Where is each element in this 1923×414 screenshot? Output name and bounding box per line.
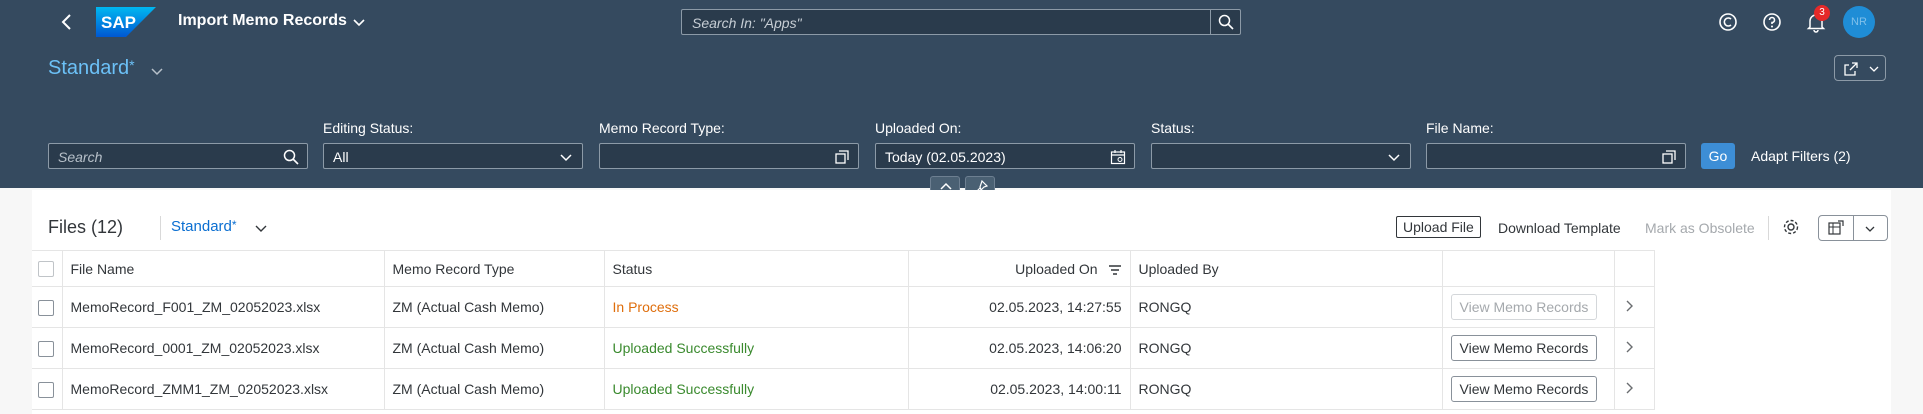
table-toolbar: Files (12) Standard* Upload File Downloa…: [32, 190, 1891, 250]
row-navigation-chevron-right-icon[interactable]: [1614, 286, 1655, 328]
shell-search-button[interactable]: [1210, 10, 1240, 34]
files-table-panel: Files (12) Standard* Upload File Downloa…: [32, 190, 1891, 414]
table-header-row: File Name Memo Record Type Status Upload…: [32, 250, 1655, 287]
copilot-icon[interactable]: [1716, 10, 1740, 34]
row-checkbox[interactable]: [38, 340, 54, 357]
app-title-chevron-icon[interactable]: [350, 13, 368, 31]
toolbar-separator: [160, 216, 161, 240]
status-cell: Uploaded Successfully: [604, 368, 909, 410]
file-name-filter-label: File Name:: [1426, 120, 1494, 136]
search-icon: [283, 149, 299, 165]
table-row[interactable]: MemoRecord_0001_ZM_02052023.xlsx ZM (Act…: [32, 327, 1655, 369]
export-spreadsheet-icon: [1828, 220, 1844, 235]
settings-gear-icon[interactable]: [1782, 218, 1800, 241]
status-cell: Uploaded Successfully: [604, 327, 909, 369]
table-row[interactable]: MemoRecord_F001_ZM_02052023.xlsx ZM (Act…: [32, 286, 1655, 328]
column-header-actions: [1442, 250, 1615, 287]
adapt-filters-button[interactable]: Adapt Filters (2): [1751, 148, 1851, 164]
user-avatar[interactable]: NR: [1843, 6, 1875, 38]
files-table-title: Files (12): [48, 217, 124, 237]
uploaded-by-cell: RONGQ: [1130, 327, 1443, 369]
column-header-memo-record-type[interactable]: Memo Record Type: [384, 250, 605, 287]
row-checkbox[interactable]: [38, 299, 54, 316]
share-icon: [1844, 62, 1858, 76]
toolbar-separator: [1768, 216, 1769, 240]
notification-count-badge: 3: [1814, 5, 1830, 21]
memo-record-type-cell: ZM (Actual Cash Memo): [384, 286, 605, 328]
row-navigation-chevron-right-icon[interactable]: [1614, 327, 1655, 369]
column-header-status[interactable]: Status: [604, 250, 909, 287]
variant-modified-marker: *: [129, 57, 135, 73]
variant-chevron-down-icon[interactable]: [149, 63, 165, 84]
shell-search-field[interactable]: Search In: "Apps": [681, 9, 1241, 35]
filter-search-field[interactable]: Search: [48, 143, 308, 169]
view-memo-records-button[interactable]: View Memo Records: [1450, 335, 1598, 361]
chevron-down-icon: [1869, 66, 1879, 72]
chevron-down-icon: [560, 154, 572, 162]
view-memo-records-button[interactable]: View Memo Records: [1450, 294, 1598, 320]
file-name-cell: MemoRecord_0001_ZM_02052023.xlsx: [62, 327, 385, 369]
row-navigation-chevron-right-icon[interactable]: [1614, 368, 1655, 410]
filter-search-placeholder: Search: [58, 149, 103, 165]
sort-descending-icon: [1108, 265, 1121, 275]
memo-record-type-input[interactable]: [599, 143, 859, 169]
filter-bar: Standard* Search Editing Status: All Mem…: [0, 44, 1923, 196]
table-variant-modified-marker: *: [231, 218, 237, 232]
chevron-down-icon: [1865, 226, 1875, 232]
memo-record-type-label: Memo Record Type:: [599, 120, 725, 136]
uploaded-on-value: Today (02.05.2023): [885, 149, 1006, 165]
editing-status-value: All: [333, 149, 349, 165]
value-help-icon: [1662, 150, 1676, 164]
table-variant-selector[interactable]: Standard*: [171, 218, 237, 235]
export-split-button[interactable]: [1818, 215, 1888, 241]
status-cell: In Process: [604, 286, 909, 328]
column-header-navigation: [1614, 250, 1655, 287]
upload-file-button[interactable]: Upload File: [1396, 216, 1481, 238]
uploaded-by-cell: RONGQ: [1130, 286, 1443, 328]
search-icon: [1218, 14, 1234, 30]
uploaded-on-cell: 02.05.2023, 14:00:11: [908, 368, 1131, 410]
sap-logo[interactable]: SAP: [96, 7, 156, 37]
editing-status-select[interactable]: All: [323, 143, 583, 169]
column-header-file-name[interactable]: File Name: [62, 250, 385, 287]
uploaded-on-date-input[interactable]: Today (02.05.2023): [875, 143, 1135, 169]
file-name-cell: MemoRecord_ZMM1_ZM_02052023.xlsx: [62, 368, 385, 410]
memo-record-type-cell: ZM (Actual Cash Memo): [384, 327, 605, 369]
share-button[interactable]: [1834, 55, 1886, 81]
table-row[interactable]: MemoRecord_ZMM1_ZM_02052023.xlsx ZM (Act…: [32, 368, 1655, 410]
editing-status-label: Editing Status:: [323, 120, 414, 136]
shell-bar: SAP Import Memo Records Search In: "Apps…: [0, 0, 1923, 44]
file-name-cell: MemoRecord_F001_ZM_02052023.xlsx: [62, 286, 385, 328]
mark-as-obsolete-button[interactable]: Mark as Obsolete: [1645, 220, 1755, 236]
calendar-icon: [1110, 150, 1126, 165]
table-variant-chevron-down-icon[interactable]: [254, 221, 268, 240]
value-help-icon: [835, 150, 849, 164]
variant-selector[interactable]: Standard*: [48, 57, 135, 80]
row-checkbox[interactable]: [38, 381, 54, 398]
shell-search-placeholder: Search In: "Apps": [692, 15, 802, 31]
file-name-filter-input[interactable]: [1426, 143, 1686, 169]
go-button[interactable]: Go: [1701, 143, 1735, 169]
app-title[interactable]: Import Memo Records: [178, 12, 347, 30]
view-memo-records-button[interactable]: View Memo Records: [1450, 376, 1598, 402]
memo-record-type-cell: ZM (Actual Cash Memo): [384, 368, 605, 410]
back-arrow-icon[interactable]: [56, 11, 78, 33]
select-all-cell: [32, 250, 63, 287]
chevron-down-icon: [1388, 154, 1400, 162]
column-header-uploaded-on[interactable]: Uploaded On: [908, 250, 1131, 287]
uploaded-on-label: Uploaded On:: [875, 120, 962, 136]
uploaded-by-cell: RONGQ: [1130, 368, 1443, 410]
download-template-button[interactable]: Download Template: [1498, 220, 1621, 236]
status-filter-label: Status:: [1151, 120, 1195, 136]
select-all-checkbox[interactable]: [38, 261, 54, 278]
help-icon[interactable]: [1760, 10, 1784, 34]
uploaded-on-cell: 02.05.2023, 14:27:55: [908, 286, 1131, 328]
uploaded-on-cell: 02.05.2023, 14:06:20: [908, 327, 1131, 369]
svg-text:SAP: SAP: [101, 13, 136, 32]
table-variant-name: Standard: [171, 218, 232, 235]
variant-name: Standard: [48, 57, 130, 79]
files-table: File Name Memo Record Type Status Upload…: [32, 250, 1655, 410]
status-filter-select[interactable]: [1151, 143, 1411, 169]
column-header-uploaded-by[interactable]: Uploaded By: [1130, 250, 1443, 287]
